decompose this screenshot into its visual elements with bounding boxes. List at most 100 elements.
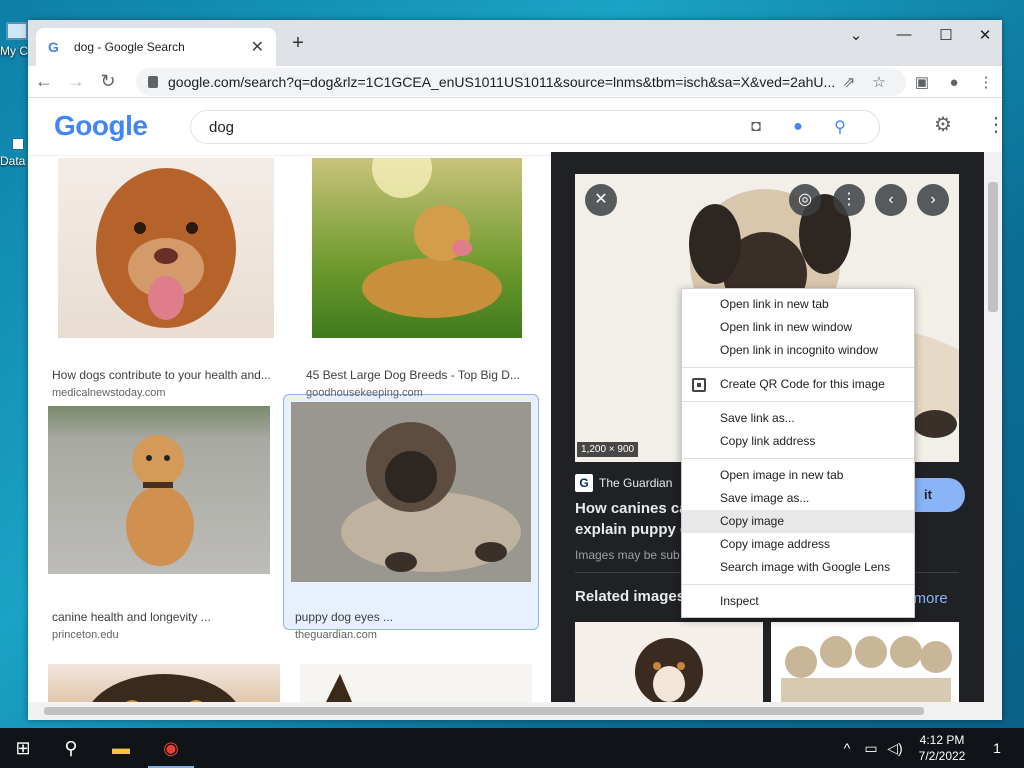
previous-image-icon[interactable]: ‹ (875, 184, 907, 216)
result-thumbnail-1[interactable] (58, 158, 274, 338)
menu-item-open-image-new-tab[interactable]: Open image in new tab (682, 464, 914, 487)
copyright-note: Images may be sub (575, 548, 680, 562)
scrollbar-thumb[interactable] (988, 182, 998, 312)
volume-icon[interactable]: ◁) (884, 728, 906, 768)
image-dimensions: 1,200 × 900 (577, 442, 639, 457)
search-icon[interactable]: ⚲ (819, 117, 861, 137)
menu-item-save-image-as[interactable]: Save image as... (682, 487, 914, 510)
result-thumbnail-2[interactable] (312, 158, 522, 338)
menu-separator (682, 584, 914, 585)
notification-center-icon[interactable]: 1 (984, 728, 1010, 768)
menu-item-open-link-new-window[interactable]: Open link in new window (682, 316, 914, 339)
more-options-icon[interactable]: ⋮ (833, 184, 865, 216)
back-button[interactable]: ← (28, 71, 60, 92)
shortcut-icon (12, 138, 24, 150)
desktop-icon-label: Data (0, 154, 26, 168)
search-icon[interactable]: ⚲ (48, 728, 94, 768)
chrome-icon[interactable]: ◉ (148, 728, 194, 768)
show-hidden-icons-icon[interactable]: ^ (836, 728, 858, 768)
menu-item-inspect[interactable]: Inspect (682, 590, 914, 613)
menu-item-copy-image[interactable]: Copy image (682, 510, 914, 533)
reload-button[interactable]: ↻ (92, 71, 124, 92)
url-text: google.com/search?q=dog&rlz=1C1GCEA_enUS… (168, 74, 834, 90)
apps-grid-icon[interactable]: ⋮ (986, 112, 1002, 137)
result-source: theguardian.com (295, 629, 377, 641)
result-thumbnail-4[interactable] (291, 402, 531, 582)
menu-item-create-qr-code[interactable]: Create QR Code for this image (682, 373, 914, 396)
menu-separator (682, 401, 914, 402)
menu-separator (682, 458, 914, 459)
forward-button[interactable]: → (60, 71, 92, 92)
result-caption[interactable]: puppy dog eyes ... (295, 610, 525, 624)
tab-title: dog - Google Search (74, 40, 185, 54)
pug-image (341, 422, 521, 572)
desktop-icon-my-computer[interactable]: My C (0, 14, 30, 76)
menu-item-search-google-lens[interactable]: Search image with Google Lens (682, 556, 914, 579)
scrollbar-thumb[interactable] (44, 707, 924, 715)
guardian-logo-icon: G (575, 474, 593, 492)
desktop-icon-label: My C (0, 44, 28, 58)
result-caption[interactable]: 45 Best Large Dog Breeds - Top Big D... (306, 368, 526, 382)
windows-start-icon[interactable]: ⊞ (0, 728, 46, 768)
vertical-scrollbar[interactable] (984, 152, 1002, 720)
minimize-button[interactable]: — (884, 26, 924, 43)
next-image-icon[interactable]: › (917, 184, 949, 216)
profile-avatar-icon[interactable]: ● (938, 74, 970, 91)
menu-item-label: Create QR Code for this image (720, 377, 885, 391)
source-name: The Guardian (599, 476, 673, 490)
dog-image-1 (96, 168, 236, 328)
result-caption[interactable]: How dogs contribute to your health and..… (52, 368, 282, 382)
google-header: Google dog ◘ ● ⚲ ⚙ ⋮ (28, 98, 1002, 156)
notification-count: 1 (993, 740, 1001, 756)
network-icon[interactable]: ▭ (860, 728, 882, 768)
result-thumbnail-3[interactable] (48, 406, 270, 574)
desktop-icon-data[interactable]: Data (0, 138, 30, 178)
source-row[interactable]: G The Guardian (575, 474, 672, 492)
result-caption[interactable]: canine health and longevity ... (52, 610, 272, 624)
qr-code-icon (692, 378, 706, 392)
menu-item-open-link-incognito[interactable]: Open link in incognito window (682, 339, 914, 362)
context-menu: Open link in new tab Open link in new wi… (681, 288, 915, 618)
taskbar: ⊞ ⚲ ▬ ◉ ^ ▭ ◁) 4:12 PM 7/2/2022 1 (0, 728, 1024, 768)
share-icon[interactable]: ⇗ (834, 73, 864, 91)
menu-separator (682, 367, 914, 368)
computer-icon (6, 22, 28, 40)
menu-item-save-link-as[interactable]: Save link as... (682, 407, 914, 430)
result-source: goodhousekeeping.com (306, 387, 423, 399)
system-clock[interactable]: 4:12 PM 7/2/2022 (912, 732, 972, 764)
toolbar: ← → ↻ google.com/search?q=dog&rlz=1C1GCE… (28, 66, 1002, 98)
result-source: medicalnewstoday.com (52, 387, 166, 399)
menu-item-copy-link-address[interactable]: Copy link address (682, 430, 914, 453)
tab-search-button[interactable]: ⌄ (836, 26, 876, 44)
menu-item-copy-image-address[interactable]: Copy image address (682, 533, 914, 556)
dog-image-3 (126, 435, 194, 566)
close-preview-icon[interactable]: ✕ (585, 184, 617, 216)
search-query: dog (209, 118, 235, 136)
clock-time: 4:12 PM (919, 733, 965, 747)
address-bar[interactable]: google.com/search?q=dog&rlz=1C1GCEA_enUS… (136, 68, 906, 96)
microphone-icon[interactable]: ● (777, 118, 819, 136)
maximize-button[interactable]: ☐ (926, 26, 966, 44)
logo-text: Google (54, 110, 148, 141)
new-tab-button[interactable]: + (286, 32, 310, 55)
close-tab-icon[interactable]: ✕ (251, 37, 264, 57)
bookmark-star-icon[interactable]: ☆ (864, 73, 894, 91)
settings-gear-icon[interactable]: ⚙ (934, 112, 952, 137)
side-panel-icon[interactable]: ▣ (906, 73, 938, 91)
menu-item-open-link-new-tab[interactable]: Open link in new tab (682, 293, 914, 316)
google-logo[interactable]: Google (54, 110, 148, 142)
tab-strip: G dog - Google Search ✕ + ⌄ — ☐ ✕ (28, 20, 1002, 66)
dog-image-2 (362, 158, 502, 318)
google-favicon-icon: G (48, 39, 59, 55)
file-explorer-icon[interactable]: ▬ (98, 728, 144, 768)
camera-icon[interactable]: ◘ (735, 118, 777, 136)
close-window-button[interactable]: ✕ (970, 26, 1000, 44)
tab-dog-search[interactable]: G dog - Google Search ✕ (36, 28, 276, 66)
horizontal-scrollbar[interactable] (28, 702, 984, 720)
menu-kebab-icon[interactable]: ⋮ (970, 73, 1002, 91)
search-input[interactable]: dog ◘ ● ⚲ (190, 110, 880, 144)
result-source: princeton.edu (52, 629, 119, 641)
related-images-heading: Related images (575, 588, 686, 605)
lock-icon[interactable] (148, 76, 158, 88)
google-lens-icon[interactable]: ◎ (789, 184, 821, 216)
